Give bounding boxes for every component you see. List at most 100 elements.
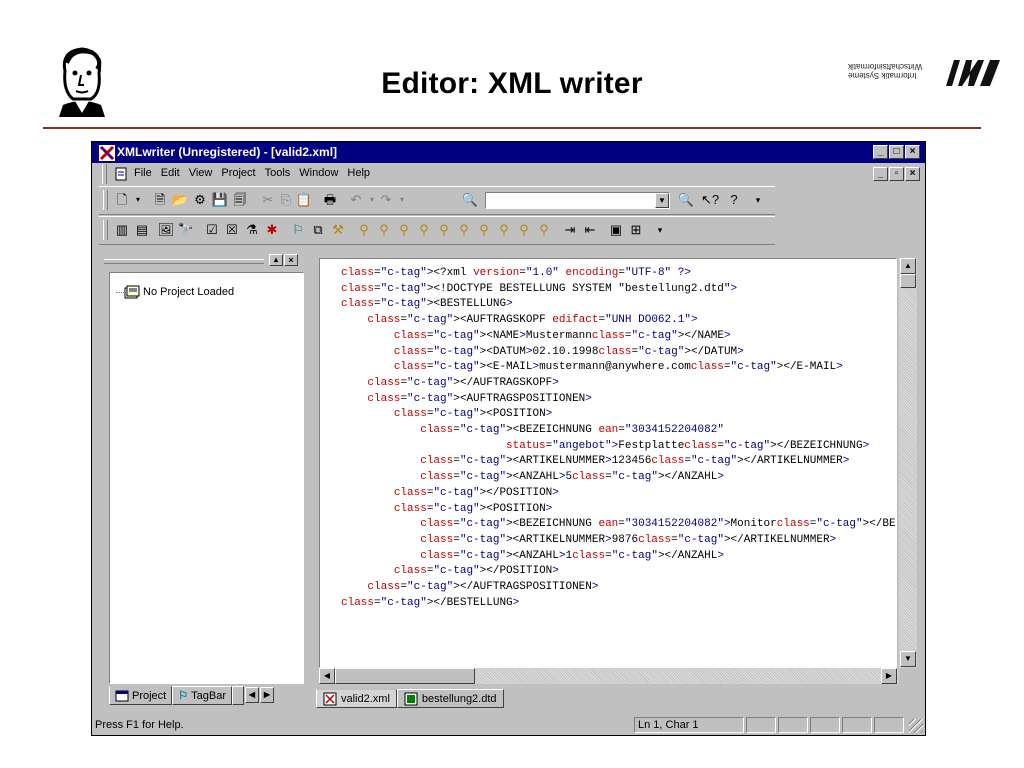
find-next-icon[interactable]: 🔍 <box>677 191 695 209</box>
toolbar-options-icon[interactable]: ▾ <box>749 191 767 209</box>
indent-icon[interactable]: ⇥ <box>561 221 579 239</box>
open-project-icon[interactable]: ⚙ <box>191 191 209 209</box>
menu-file[interactable]: File <box>134 167 152 179</box>
print-icon[interactable]: 🖶 <box>321 191 339 209</box>
redo-dropdown-icon[interactable]: ▾ <box>393 191 411 209</box>
minimize-button[interactable]: _ <box>873 145 888 159</box>
wand-icon[interactable]: ⚒ <box>329 221 347 239</box>
doc-close-button[interactable]: × <box>905 167 920 181</box>
doc-restore-button[interactable]: ▫ <box>889 167 904 181</box>
pane-restore-button[interactable]: ▴ <box>269 254 283 266</box>
bookmark-5-icon[interactable]: ⚲ <box>435 221 453 239</box>
pane-close-button[interactable]: × <box>284 254 298 266</box>
xsl-icon[interactable]: ✱ <box>263 221 281 239</box>
menu-edit[interactable]: Edit <box>161 167 180 179</box>
code-area[interactable]: class="c-tag"><?xml version="1.0" encodi… <box>341 266 896 612</box>
project-tree[interactable]: No Project Loaded <box>109 272 304 684</box>
bookmark-10-icon[interactable]: ⚲ <box>535 221 553 239</box>
doc-minimize-button[interactable]: _ <box>873 167 888 181</box>
search-combo[interactable]: ▼ <box>485 192 670 209</box>
menubar-grip[interactable] <box>102 164 107 184</box>
menu-window[interactable]: Window <box>299 167 338 179</box>
toolbar2-grip[interactable] <box>103 220 108 240</box>
bookmark-1-icon[interactable]: ⚲ <box>355 221 373 239</box>
bookmark-2-icon[interactable]: ⚲ <box>375 221 393 239</box>
code-line[interactable]: class="c-tag"><DATUM>02.10.1998class="c-… <box>341 345 896 361</box>
code-line[interactable]: class="c-tag"></AUFTRAGSPOSITIONEN> <box>341 580 896 596</box>
bookmark-6-icon[interactable]: ⚲ <box>455 221 473 239</box>
scroll-left-button[interactable]: ◀ <box>319 668 335 684</box>
menu-project[interactable]: Project <box>221 167 255 179</box>
vertical-scroll-thumb[interactable] <box>900 274 916 288</box>
open-folder-icon[interactable]: 📂 <box>171 191 189 209</box>
code-line[interactable]: class="c-tag"><ANZAHL>1class="c-tag"></A… <box>341 549 896 565</box>
save-all-icon[interactable]: 🗐 <box>231 191 249 209</box>
tabs-scroll-right-button[interactable]: ▶ <box>259 687 274 703</box>
project-pane-icon[interactable]: ▥ <box>113 221 131 239</box>
code-line[interactable]: class="c-tag"><BEZEICHNUNG ean="30341522… <box>341 423 896 439</box>
document-icon[interactable] <box>114 167 128 181</box>
menu-help[interactable]: Help <box>347 167 370 179</box>
tab-tagbar[interactable]: ⚐ TagBar <box>172 686 232 705</box>
new-dropdown-arrow-icon[interactable]: ▾ <box>129 191 147 209</box>
code-line[interactable]: class="c-tag"><NAME>Mustermannclass="c-t… <box>341 329 896 345</box>
title-bar[interactable]: XMLwriter (Unregistered) - [valid2.xml] … <box>92 142 925 163</box>
image-view-icon[interactable]: 🖼 <box>157 221 175 239</box>
browser-view-icon[interactable]: 🔭 <box>177 221 195 239</box>
horizontal-scrollbar[interactable]: ◀ ▶ <box>319 668 899 684</box>
search-combo-arrow-icon[interactable]: ▼ <box>655 193 669 208</box>
code-line[interactable]: status="angebot">Festplatteclass="c-tag"… <box>341 439 896 455</box>
vertical-scrollbar[interactable]: ▲ ▼ <box>899 258 917 668</box>
copy-icon[interactable]: ⎘ <box>277 191 295 209</box>
new-file-icon[interactable]: 🗎 <box>151 191 169 209</box>
menu-view[interactable]: View <box>189 167 213 179</box>
save-icon[interactable]: 💾 <box>211 191 229 209</box>
code-line[interactable]: class="c-tag"><ARTIKELNUMMER>123456class… <box>341 454 896 470</box>
xml-editor[interactable]: class="c-tag"><?xml version="1.0" encodi… <box>319 258 897 668</box>
tab-bestellung2-dtd[interactable]: bestellung2.dtd <box>396 689 504 708</box>
bookmark-9-icon[interactable]: ⚲ <box>515 221 533 239</box>
toolbar-grip[interactable] <box>103 190 108 210</box>
code-line[interactable]: class="c-tag"><ARTIKELNUMMER>9876class="… <box>341 533 896 549</box>
code-line[interactable]: class="c-tag"><ANZAHL>5class="c-tag"></A… <box>341 470 896 486</box>
outdent-icon[interactable]: ⇤ <box>581 221 599 239</box>
code-line[interactable]: class="c-tag"><POSITION> <box>341 407 896 423</box>
menu-tools[interactable]: Tools <box>265 167 291 179</box>
code-line[interactable]: class="c-tag"><POSITION> <box>341 502 896 518</box>
check-wellformed-icon[interactable]: ☒ <box>223 221 241 239</box>
whats-this-help-icon[interactable]: ↖? <box>701 191 719 209</box>
tab-project[interactable]: Project <box>109 686 173 705</box>
code-line[interactable]: class="c-tag"><E-MAIL>mustermann@anywher… <box>341 360 896 376</box>
close-button[interactable]: × <box>905 145 920 159</box>
project-pane-header[interactable]: ▴ × <box>104 254 302 268</box>
tree-view-icon[interactable]: ⊞ <box>627 221 645 239</box>
code-line[interactable]: class="c-tag"></AUFTRAGSKOPF> <box>341 376 896 392</box>
find-icon[interactable]: 🔍 <box>461 191 479 209</box>
scroll-up-button[interactable]: ▲ <box>900 258 916 274</box>
code-line[interactable]: class="c-tag"><!DOCTYPE BESTELLUNG SYSTE… <box>341 282 896 298</box>
code-line[interactable]: class="c-tag"><BEZEICHNUNG ean="30341522… <box>341 517 896 533</box>
code-line[interactable]: class="c-tag"><AUFTRAGSKOPF edifact="UNH… <box>341 313 896 329</box>
tagbar-icon[interactable]: ⚐ <box>289 221 307 239</box>
scroll-down-button[interactable]: ▼ <box>900 651 916 667</box>
tabs-scroll-left-button[interactable]: ◀ <box>244 687 259 703</box>
code-line[interactable]: class="c-tag"><?xml version="1.0" encodi… <box>341 266 896 282</box>
bookmark-7-icon[interactable]: ⚲ <box>475 221 493 239</box>
code-line[interactable]: class="c-tag"><AUFTRAGSPOSITIONEN> <box>341 392 896 408</box>
bookmark-8-icon[interactable]: ⚲ <box>495 221 513 239</box>
insert-tag-icon[interactable]: ⧉ <box>309 221 327 239</box>
scroll-right-button[interactable]: ▶ <box>881 668 897 684</box>
code-line[interactable]: class="c-tag"><BESTELLUNG> <box>341 297 896 313</box>
code-line[interactable]: class="c-tag"></BESTELLUNG> <box>341 596 896 612</box>
resize-grip-icon[interactable] <box>909 719 923 733</box>
validate-icon[interactable]: ☑ <box>203 221 221 239</box>
code-line[interactable]: class="c-tag"></POSITION> <box>341 486 896 502</box>
paste-icon[interactable]: 📋 <box>295 191 313 209</box>
tab-valid2-xml[interactable]: valid2.xml <box>316 689 397 708</box>
preview-icon[interactable]: ▣ <box>607 221 625 239</box>
bookmark-4-icon[interactable]: ⚲ <box>415 221 433 239</box>
bookmark-3-icon[interactable]: ⚲ <box>395 221 413 239</box>
maximize-button[interactable]: □ <box>889 145 904 159</box>
horizontal-scroll-thumb[interactable] <box>335 668 475 684</box>
toolbar2-options-icon[interactable]: ▾ <box>651 221 669 239</box>
